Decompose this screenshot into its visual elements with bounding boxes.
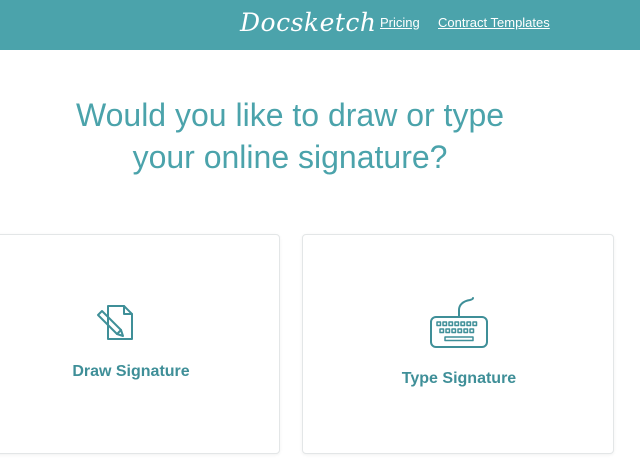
docsketch-logo[interactable]: Docsketch: [240, 6, 377, 40]
nav-link-contract-templates[interactable]: Contract Templates: [438, 15, 550, 30]
page-headline: Would you like to draw or type your onli…: [0, 94, 580, 178]
draw-signature-label: Draw Signature: [72, 363, 190, 380]
headline-line-1: Would you like to draw or type: [75, 97, 505, 133]
page: Docsketch Pricing Contract Templates Wou…: [0, 0, 640, 463]
draw-signature-card[interactable]: Draw Signature: [0, 234, 280, 454]
headline-line-2: your online signature?: [132, 139, 448, 175]
type-signature-label: Type Signature: [401, 370, 517, 387]
pencil-document-icon: [94, 303, 138, 348]
top-navigation-bar: Docsketch Pricing Contract Templates: [0, 0, 640, 50]
keyboard-icon: [428, 297, 490, 354]
nav-link-pricing[interactable]: Pricing: [380, 15, 420, 30]
type-signature-card[interactable]: Type Signature: [302, 234, 614, 454]
